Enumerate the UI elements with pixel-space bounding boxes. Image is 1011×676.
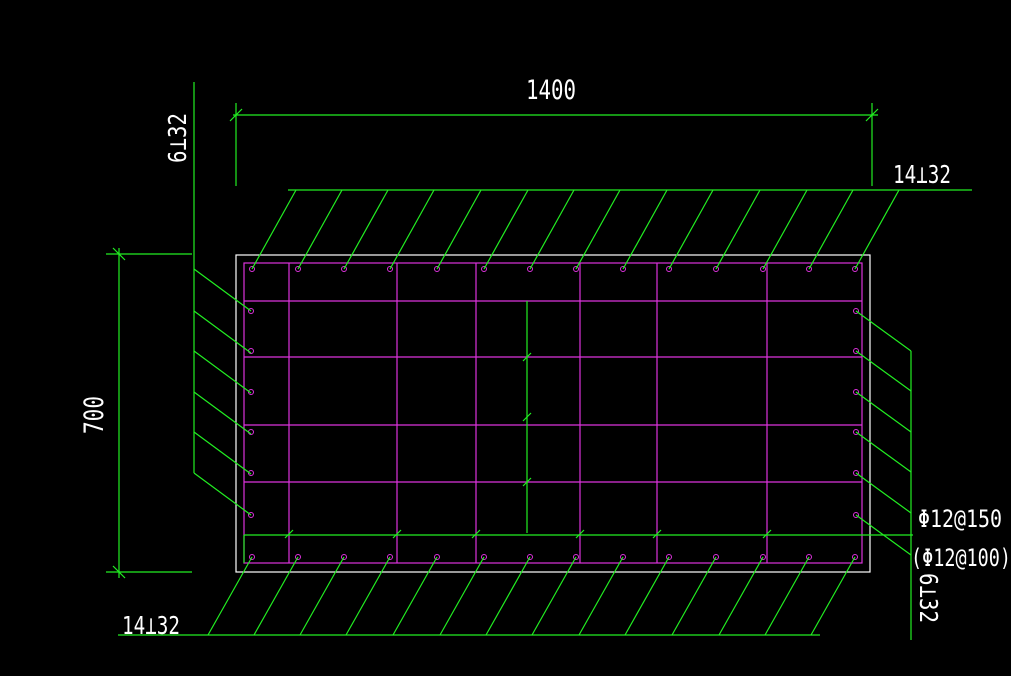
bottom-rebar-label: 14⊥32 xyxy=(122,611,180,640)
dimension-lines xyxy=(106,103,879,579)
right-leader-4 xyxy=(855,431,912,473)
right-leader-1 xyxy=(855,310,912,352)
stirrup-label: Φ12@150 xyxy=(918,505,1002,533)
top-leader-3 xyxy=(343,189,389,270)
bottom-leader-1 xyxy=(207,556,253,636)
top-rebar-label: 14⊥32 xyxy=(893,160,951,189)
bottom-leader-4 xyxy=(345,556,391,636)
section-outline xyxy=(235,254,871,573)
right-leader-5 xyxy=(855,472,912,514)
left-side-rebar-label: 6⊥32 xyxy=(163,113,192,163)
left-leader-5 xyxy=(193,431,252,475)
bottom-leader-13 xyxy=(764,556,810,636)
bottom-leader-6 xyxy=(439,556,485,636)
outer-stirrup xyxy=(243,262,863,564)
top-leader-14 xyxy=(854,189,900,270)
bottom-leader-9 xyxy=(578,556,624,636)
rebar-section-drawing: 1400 700 14⊥32 14⊥32 6⊥32 6⊥32 Φ12@150 (… xyxy=(79,75,1011,640)
left-leader-4 xyxy=(193,391,252,435)
left-leader-2 xyxy=(193,310,252,354)
bottom-leader-2 xyxy=(253,556,299,636)
bottom-leader-7 xyxy=(485,556,531,636)
bottom-leader-10 xyxy=(624,556,670,636)
top-leader-6 xyxy=(483,189,529,270)
rebar-leaders xyxy=(118,82,972,640)
inner-tie-lines xyxy=(243,301,913,563)
right-leader-2 xyxy=(855,350,912,392)
right-side-rebar-label: 6⊥32 xyxy=(914,573,943,623)
left-leader-6 xyxy=(193,472,252,516)
concrete-outline xyxy=(235,254,871,573)
top-leader-2 xyxy=(297,189,343,270)
bottom-leader-11 xyxy=(671,556,717,636)
height-dimension-label: 700 xyxy=(79,396,110,434)
bottom-leader-8 xyxy=(531,556,577,636)
top-leader-13 xyxy=(808,189,854,270)
top-leader-9 xyxy=(622,189,668,270)
left-leader-1 xyxy=(193,268,252,312)
top-leader-1 xyxy=(251,189,297,270)
stirrup-grid xyxy=(243,262,863,564)
bottom-leader-14 xyxy=(810,556,856,636)
left-leader-3 xyxy=(193,350,252,394)
top-leader-7 xyxy=(529,189,575,270)
top-leader-11 xyxy=(715,189,761,270)
top-leader-4 xyxy=(389,189,435,270)
stirrup-dense-label: (Φ12@100) xyxy=(911,544,1011,572)
bottom-leader-3 xyxy=(299,556,345,636)
width-dimension-label: 1400 xyxy=(526,75,576,106)
right-leader-3 xyxy=(855,391,912,433)
top-leader-12 xyxy=(762,189,808,270)
bottom-leader-12 xyxy=(718,556,764,636)
top-leader-8 xyxy=(575,189,621,270)
top-leader-5 xyxy=(436,189,482,270)
top-leader-10 xyxy=(668,189,714,270)
bottom-leader-5 xyxy=(392,556,438,636)
